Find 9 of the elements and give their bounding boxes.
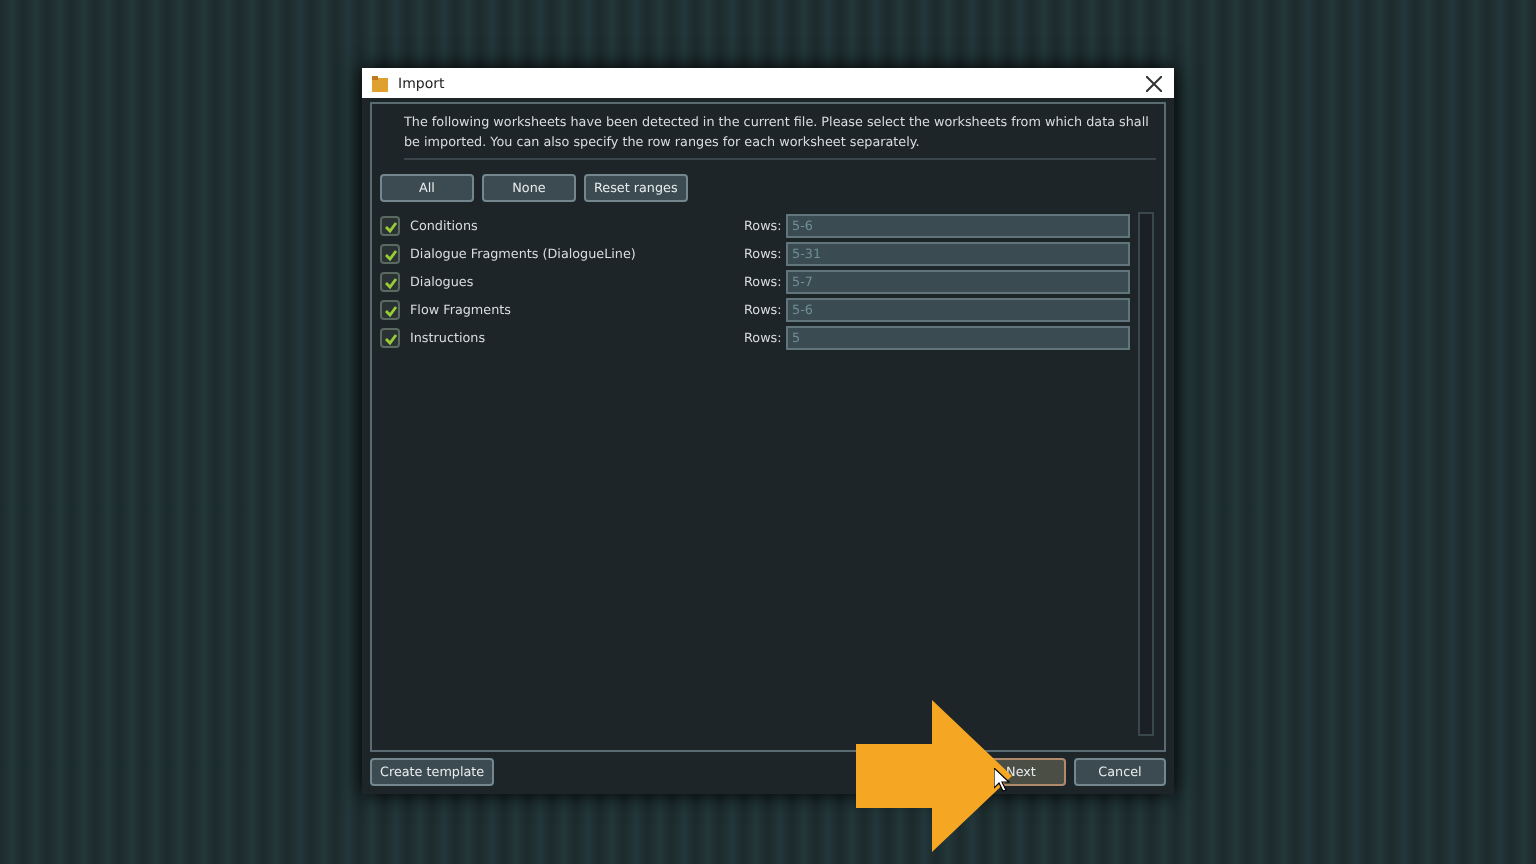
checkbox[interactable] <box>380 216 400 236</box>
checkbox[interactable] <box>380 244 400 264</box>
cursor-icon <box>994 768 1010 792</box>
checkbox[interactable] <box>380 300 400 320</box>
close-icon[interactable] <box>1146 75 1162 91</box>
checkbox[interactable] <box>380 272 400 292</box>
checkbox[interactable] <box>380 328 400 348</box>
app-icon <box>370 73 390 93</box>
scrollbar[interactable] <box>1138 212 1154 736</box>
